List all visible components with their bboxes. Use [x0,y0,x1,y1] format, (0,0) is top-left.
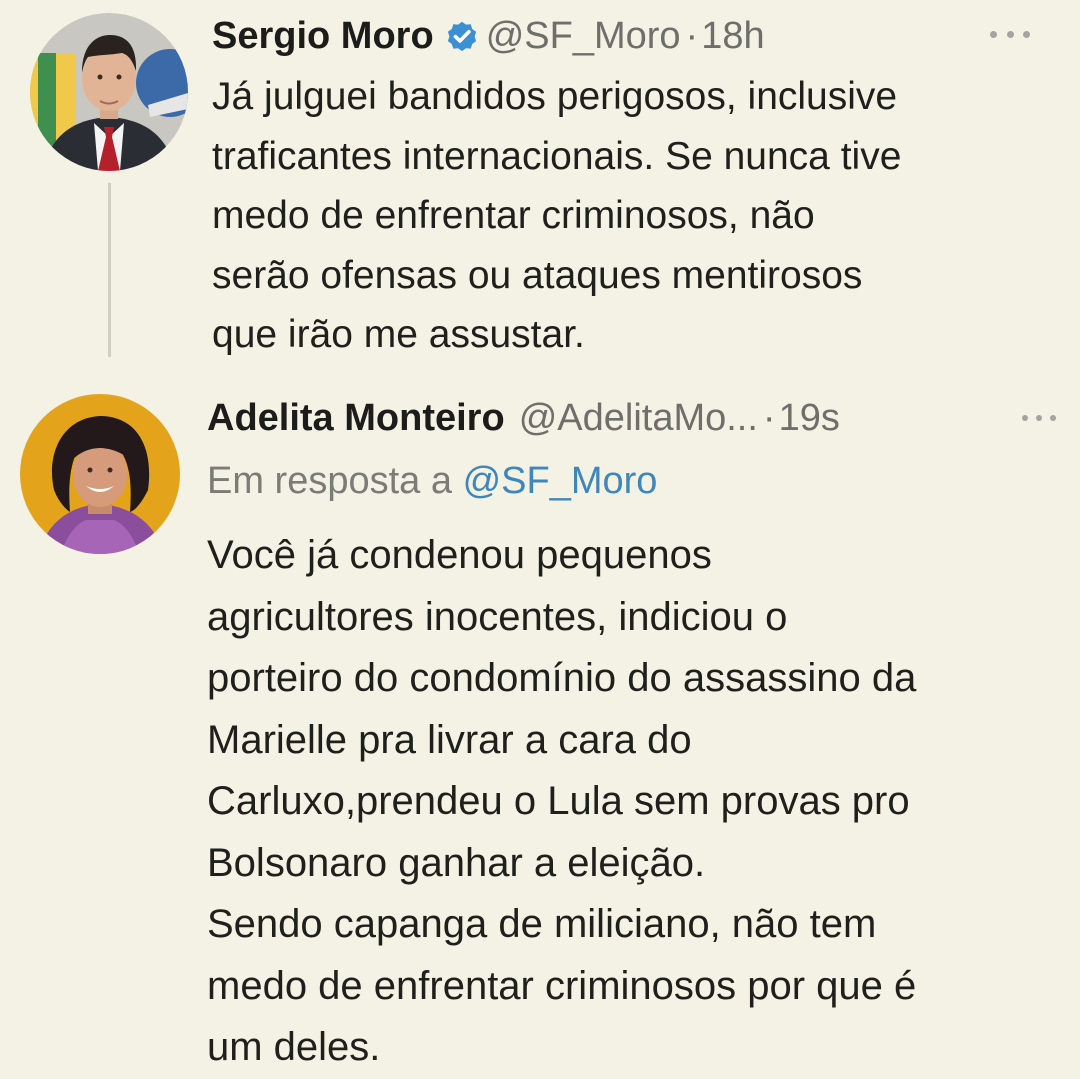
verified-badge-icon [444,18,480,54]
tweet-header: Adelita Monteiro @AdelitaMo... · 19s [207,395,840,441]
tweet-text: Já julguei bandidos perigosos, inclusive… [212,75,902,356]
more-horizontal-icon[interactable] [990,22,1030,46]
more-horizontal-icon[interactable] [1022,406,1056,430]
reply-prefix: Em resposta a [207,460,452,502]
user-handle[interactable]: @SF_Moro [486,13,681,59]
tweet[interactable]: Sergio Moro @SF_Moro · 18h Já julguei ba… [0,0,1080,380]
timestamp[interactable]: 19s [779,395,840,441]
timestamp[interactable]: 18h [701,13,764,59]
avatar-photo [30,13,188,171]
tweet[interactable]: Adelita Monteiro @AdelitaMo... · 19s Em … [0,382,1080,1071]
user-handle[interactable]: @AdelitaMo... [519,395,758,441]
separator-dot: · [762,397,776,439]
separator-dot: · [685,15,699,57]
display-name[interactable]: Sergio Moro [212,13,434,59]
reply-context: Em resposta a @SF_Moro [207,458,657,504]
reply-mention-link[interactable]: @SF_Moro [463,460,658,502]
tweet-text: Você já condenou pequenos agricultores i… [207,533,917,1069]
thread-line [108,183,111,357]
avatar-photo [20,394,180,554]
avatar[interactable] [30,13,188,171]
avatar[interactable] [20,394,180,554]
display-name[interactable]: Adelita Monteiro [207,395,505,441]
tweet-header: Sergio Moro @SF_Moro · 18h [212,13,765,59]
